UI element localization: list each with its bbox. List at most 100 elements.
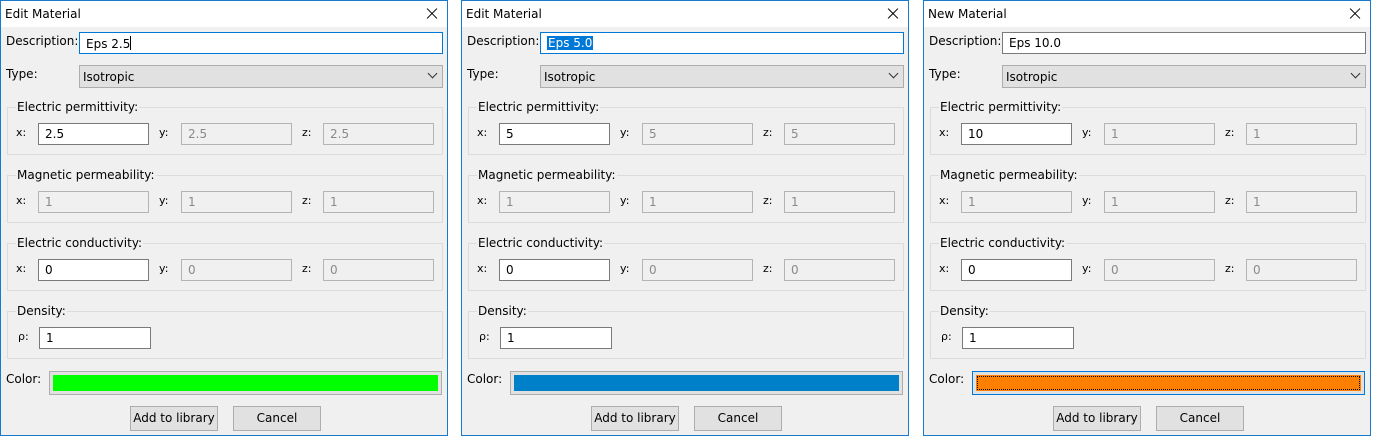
chevron-down-icon [1350,68,1361,79]
permittivity-z-label: z: [763,126,773,139]
density-input[interactable]: 1 [962,327,1074,349]
conductivity-x-label: x: [939,262,950,275]
type-label: Type: [6,67,38,81]
dialog-title: Edit Material [5,7,81,21]
color-picker-button[interactable] [972,371,1365,395]
dialog-title: Edit Material [466,7,542,21]
permittivity-x-label: x: [939,126,950,139]
rho-label: ρ: [941,330,952,343]
permittivity-x-label: x: [16,126,27,139]
conductivity-z-label: z: [302,262,312,275]
conductivity-y-label: y: [620,262,630,275]
color-label: Color: [6,372,42,386]
color-picker-button[interactable] [49,371,442,395]
type-select[interactable]: Isotropic [79,65,443,88]
density-caption: Density: [16,304,67,318]
conductivity-caption: Electric conductivity: [16,236,144,250]
material-dialog: New Material Description: Eps 10.0 Type:… [923,0,1371,436]
description-input[interactable]: Eps 2.5 [79,32,443,54]
close-icon[interactable] [417,1,447,27]
conductivity-x-label: x: [16,262,27,275]
cancel-button[interactable]: Cancel [694,406,782,431]
add-to-library-button[interactable]: Add to library [591,406,679,431]
permeability-y-label: y: [159,194,169,207]
conductivity-y-input: 0 [181,259,292,281]
conductivity-y-input: 0 [1104,259,1215,281]
permittivity-y-label: y: [1082,126,1092,139]
permeability-z-label: z: [763,194,773,207]
permeability-y-label: y: [1082,194,1092,207]
conductivity-x-input[interactable]: 0 [38,259,149,281]
color-swatch [514,375,899,391]
permittivity-x-input[interactable]: 2.5 [38,123,149,145]
type-label: Type: [929,67,961,81]
description-label: Description: [467,34,540,48]
permeability-caption: Magnetic permeability: [939,168,1079,182]
close-icon[interactable] [878,1,908,27]
rho-label: ρ: [479,330,490,343]
text-caret [130,36,132,50]
description-value: Eps 10.0 [1009,36,1061,50]
description-input[interactable]: Eps 5.0 [540,32,904,54]
title-bar[interactable]: Edit Material [1,1,447,27]
permeability-x-label: x: [939,194,950,207]
conductivity-z-input: 0 [784,259,895,281]
permittivity-y-label: y: [620,126,630,139]
title-bar[interactable]: New Material [924,1,1370,27]
conductivity-caption: Electric conductivity: [939,236,1067,250]
permittivity-x-input[interactable]: 5 [499,123,610,145]
permittivity-y-input: 1 [1104,123,1215,145]
conductivity-x-input[interactable]: 0 [961,259,1072,281]
title-bar[interactable]: Edit Material [462,1,908,27]
permittivity-y-input: 2.5 [181,123,292,145]
color-picker-button[interactable] [510,371,903,395]
conductivity-z-label: z: [763,262,773,275]
add-to-library-button[interactable]: Add to library [130,406,218,431]
permeability-x-input: 1 [961,191,1072,213]
type-label: Type: [467,67,499,81]
permittivity-x-label: x: [477,126,488,139]
permeability-caption: Magnetic permeability: [16,168,156,182]
type-select[interactable]: Isotropic [1002,65,1366,88]
density-input[interactable]: 1 [500,327,612,349]
density-caption: Density: [939,304,990,318]
color-label: Color: [929,372,965,386]
permeability-z-input: 1 [323,191,434,213]
permittivity-z-input: 5 [784,123,895,145]
permittivity-z-input: 2.5 [323,123,434,145]
permeability-y-input: 1 [1104,191,1215,213]
description-value: Eps 2.5 [86,37,131,51]
color-swatch [976,375,1361,391]
conductivity-x-label: x: [477,262,488,275]
color-swatch [53,375,438,391]
color-label: Color: [467,372,503,386]
permeability-x-input: 1 [38,191,149,213]
permittivity-x-input[interactable]: 10 [961,123,1072,145]
description-label: Description: [929,34,1002,48]
permittivity-z-label: z: [302,126,312,139]
cancel-button[interactable]: Cancel [1156,406,1244,431]
permeability-y-label: y: [620,194,630,207]
conductivity-y-label: y: [159,262,169,275]
density-input[interactable]: 1 [39,327,151,349]
description-label: Description: [6,34,79,48]
add-to-library-button[interactable]: Add to library [1053,406,1141,431]
description-value: Eps 5.0 [547,36,594,50]
permeability-z-label: z: [302,194,312,207]
type-select-value: Isotropic [83,70,135,84]
close-icon[interactable] [1340,1,1370,27]
permittivity-z-input: 1 [1246,123,1357,145]
type-select[interactable]: Isotropic [540,65,904,88]
cancel-button[interactable]: Cancel [233,406,321,431]
permeability-y-input: 1 [181,191,292,213]
permeability-caption: Magnetic permeability: [477,168,617,182]
material-dialog: Edit Material Description: Eps 2.5 Type:… [0,0,448,436]
conductivity-z-input: 0 [1246,259,1357,281]
chevron-down-icon [427,68,438,79]
conductivity-x-input[interactable]: 0 [499,259,610,281]
permeability-x-label: x: [477,194,488,207]
description-input[interactable]: Eps 10.0 [1002,32,1366,54]
permeability-z-label: z: [1225,194,1235,207]
permeability-y-input: 1 [642,191,753,213]
chevron-down-icon [888,68,899,79]
